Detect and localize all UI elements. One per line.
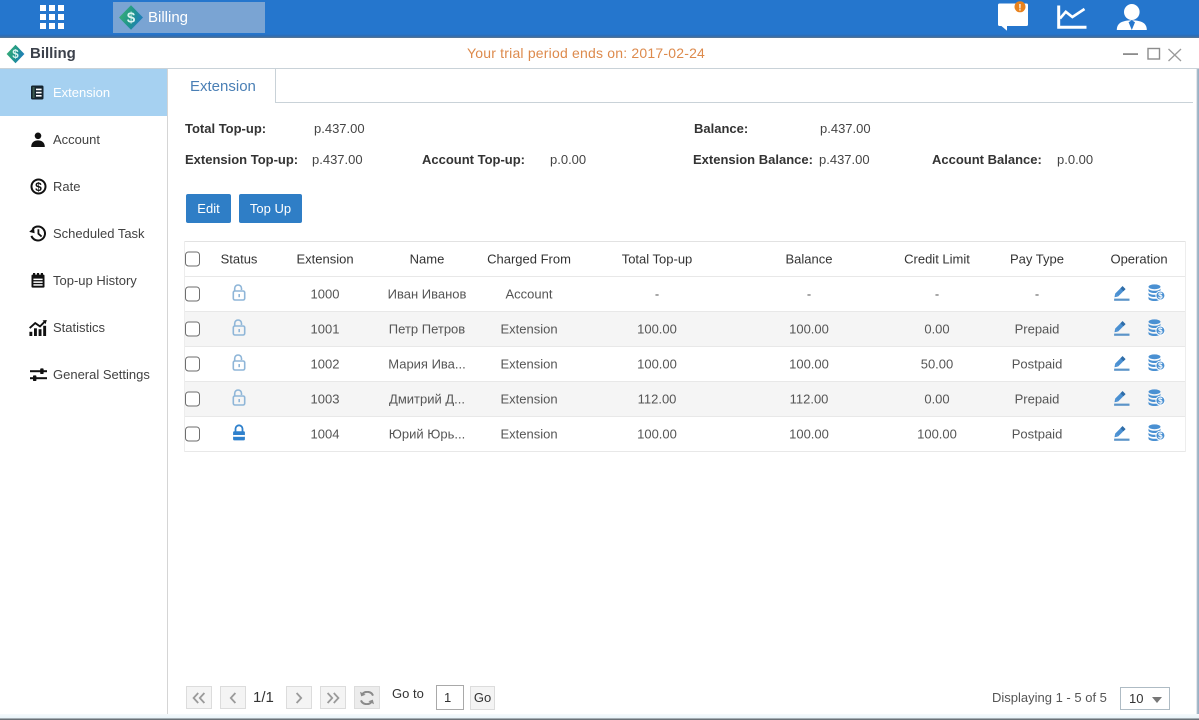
svg-text:!: ! bbox=[1018, 2, 1021, 13]
svg-text:$: $ bbox=[12, 49, 19, 61]
svg-text:$: $ bbox=[1158, 292, 1163, 301]
svg-text:$: $ bbox=[1158, 397, 1163, 406]
svg-text:$: $ bbox=[1158, 327, 1163, 336]
svg-text:$: $ bbox=[1158, 362, 1163, 371]
svg-text:$: $ bbox=[1158, 432, 1163, 441]
svg-text:$: $ bbox=[127, 10, 136, 27]
svg-text:$: $ bbox=[35, 180, 42, 194]
